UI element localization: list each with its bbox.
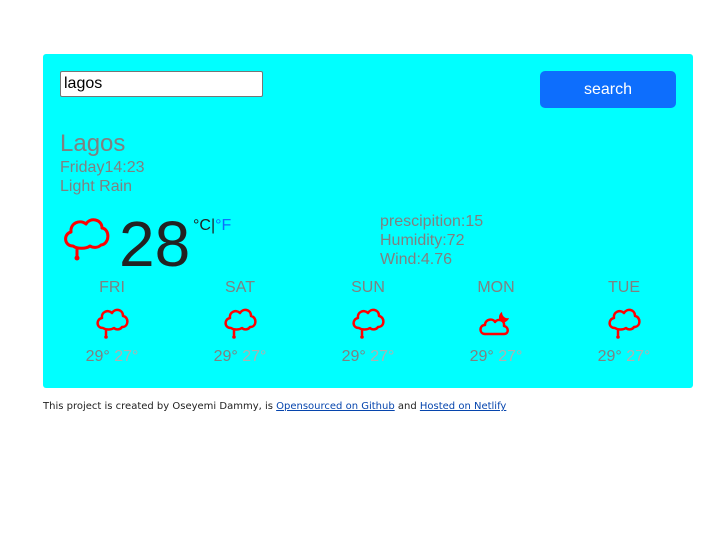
forecast-temps: 29° 27°	[432, 348, 560, 366]
forecast-min: 27°	[114, 348, 139, 365]
forecast-max: 29°	[213, 348, 238, 365]
forecast-max: 29°	[469, 348, 494, 365]
forecast-temps: 29° 27°	[304, 348, 432, 366]
footer-text-mid: and	[394, 401, 420, 412]
forecast-max: 29°	[597, 348, 622, 365]
weather-description: Light Rain	[60, 178, 133, 195]
forecast-min: 27°	[626, 348, 651, 365]
rain-cloud-icon	[64, 218, 110, 261]
forecast-day: SUN 29° 27°	[304, 278, 432, 366]
rain-cloud-icon	[352, 308, 385, 339]
forecast-day-name: SUN	[351, 279, 385, 296]
rain-cloud-icon	[608, 308, 641, 339]
weather-card: search Lagos Friday14:23 Light Rain 28 °…	[43, 54, 693, 388]
forecast-day-name: SAT	[225, 279, 255, 296]
forecast-max: 29°	[341, 348, 366, 365]
humidity-value: Humidity:72	[380, 232, 465, 249]
forecast-temps: 29° 27°	[48, 348, 176, 366]
forecast-day: MON 29° 27°	[432, 278, 560, 366]
unit-toggle: °C|°F	[193, 217, 231, 235]
fahrenheit-link[interactable]: °F	[215, 217, 231, 234]
cloud-moon-icon	[479, 312, 509, 336]
current-temperature: 28	[119, 208, 191, 280]
forecast-min: 27°	[370, 348, 395, 365]
netlify-link[interactable]: Hosted on Netlify	[420, 401, 506, 412]
forecast-temps: 29° 27°	[176, 348, 304, 366]
forecast-day: FRI 29° 27°	[48, 278, 176, 366]
forecast-list: FRI 29° 27° SAT 29° 27° SUN 29° 27° MON …	[48, 278, 688, 378]
search-input[interactable]	[60, 71, 263, 97]
precipitation-value: prescipition:15	[380, 213, 484, 230]
forecast-min: 27°	[242, 348, 267, 365]
rain-cloud-icon	[96, 308, 129, 339]
wind-value: Wind:4.76	[380, 251, 453, 268]
celsius-unit[interactable]: °C	[193, 217, 211, 234]
footer: This project is created by Oseyemi Dammy…	[43, 401, 506, 412]
rain-cloud-icon	[224, 308, 257, 339]
github-link[interactable]: Opensourced on Github	[276, 401, 395, 412]
weather-details: prescipition:15 Humidity:72 Wind:4.76	[380, 212, 483, 269]
date-time: Friday14:23	[60, 159, 145, 176]
forecast-day-name: TUE	[608, 279, 640, 296]
search-button[interactable]: search	[540, 71, 676, 108]
city-name: Lagos	[60, 130, 126, 157]
footer-text: This project is created by Oseyemi Dammy…	[43, 401, 277, 412]
forecast-day-name: FRI	[99, 279, 125, 296]
forecast-min: 27°	[498, 348, 523, 365]
forecast-day: TUE 29° 27°	[560, 278, 688, 366]
forecast-day: SAT 29° 27°	[176, 278, 304, 366]
forecast-day-name: MON	[477, 279, 515, 296]
forecast-temps: 29° 27°	[560, 348, 688, 366]
forecast-max: 29°	[85, 348, 110, 365]
